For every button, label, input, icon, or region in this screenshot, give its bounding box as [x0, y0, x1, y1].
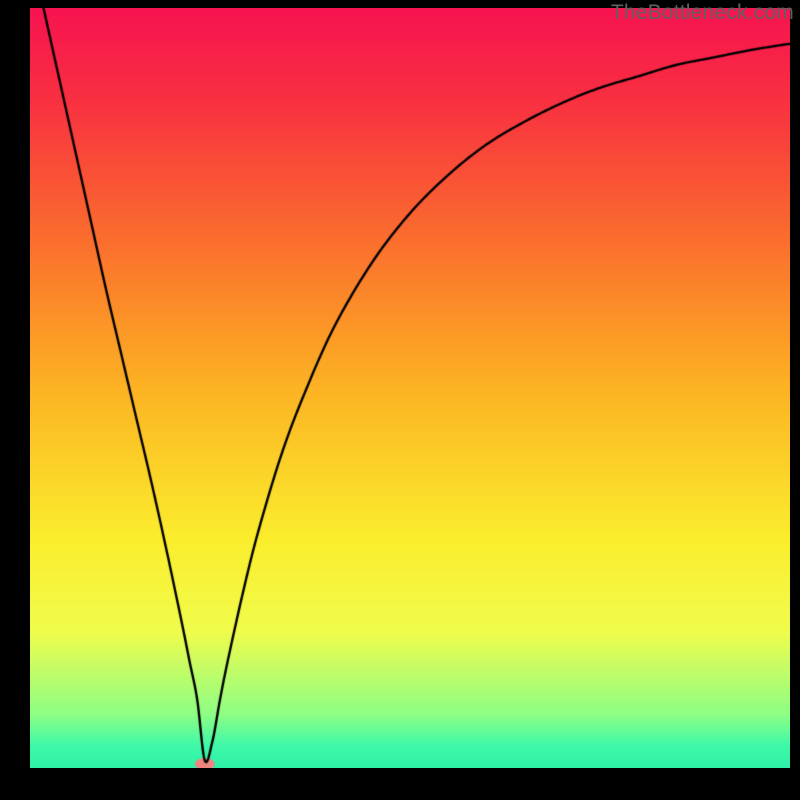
chart-plot-area — [30, 8, 790, 768]
watermark-text: TheBottleneck.com — [611, 1, 794, 25]
chart-container: TheBottleneck.com — [0, 0, 800, 800]
chart-canvas — [30, 8, 790, 768]
